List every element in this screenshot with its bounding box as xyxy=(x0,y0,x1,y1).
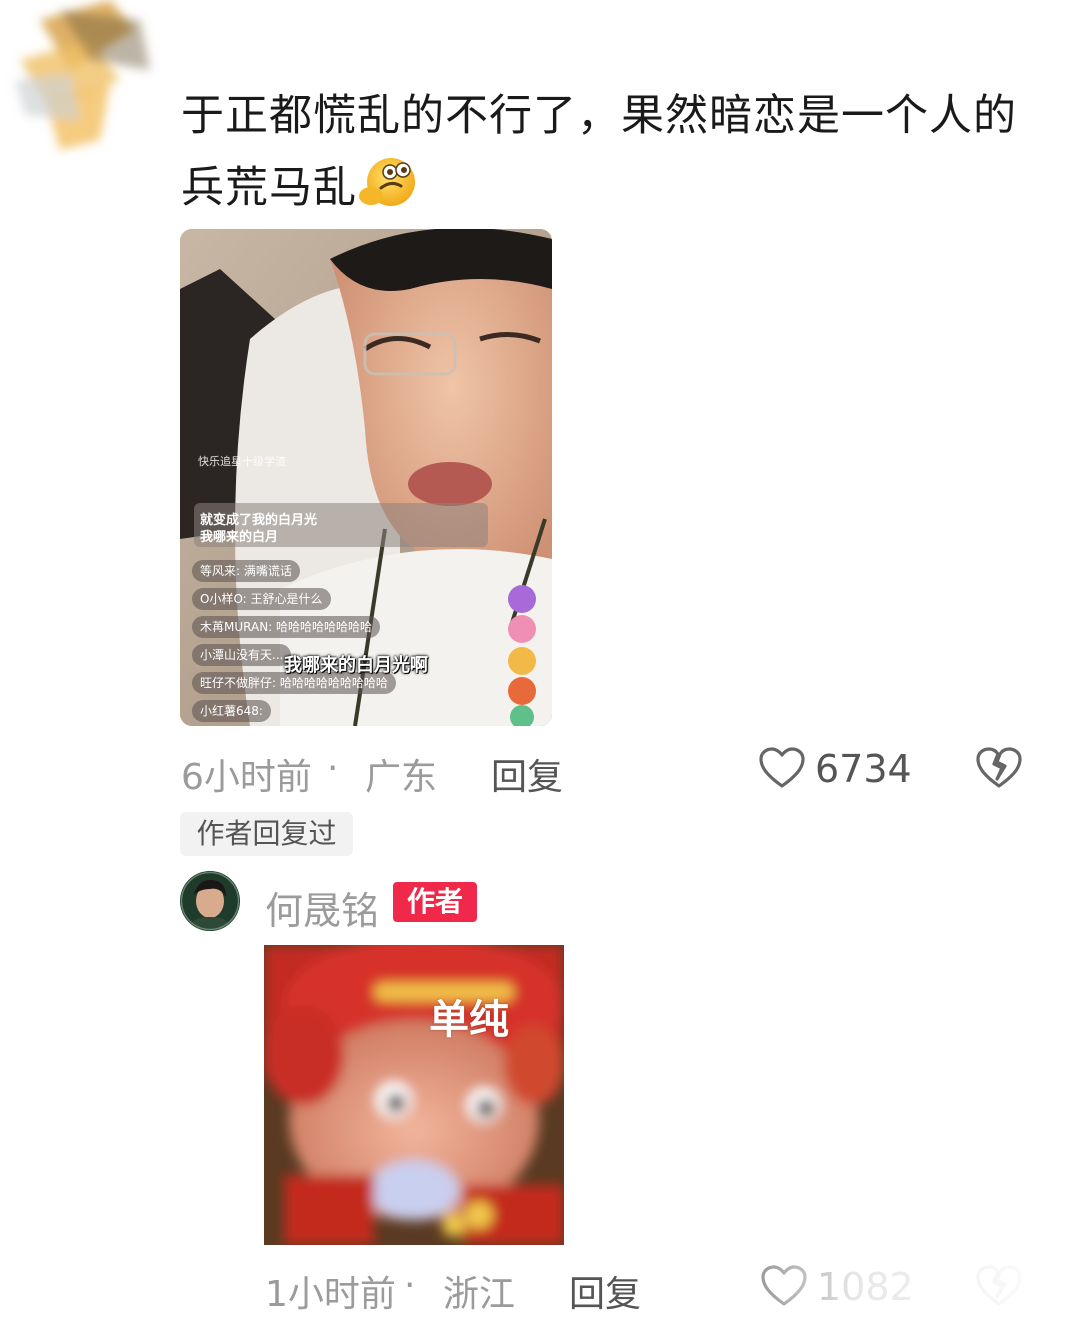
commenter-avatar[interactable] xyxy=(0,0,170,165)
video-subtitle: 我哪来的白月光啊 xyxy=(284,655,428,676)
comment-body: 于正都慌乱的不行了，果然暗恋是一个人的兵荒马乱 xyxy=(181,91,1017,213)
like-button[interactable] xyxy=(758,746,806,794)
pig-sticker-image xyxy=(264,945,564,1245)
video-watermark: 快乐追星十级学渣 xyxy=(198,455,286,468)
reply-avatar[interactable] xyxy=(180,871,240,931)
caption-line: 我哪来的白月 xyxy=(200,530,279,545)
bottom-fade-overlay xyxy=(700,1255,1080,1328)
dizzy-face-emoji-icon xyxy=(357,154,417,210)
sticker-text: 单纯 xyxy=(429,997,509,1043)
author-badge: 作者 xyxy=(393,882,477,922)
reply-location: 浙江 xyxy=(443,1274,516,1315)
heart-icon xyxy=(759,747,805,788)
author-replied-tag: 作者回复过 xyxy=(180,812,353,856)
meta-separator: · xyxy=(327,748,339,789)
chat-message: O小样O: 王舒心是什么 xyxy=(192,588,331,610)
reply-avatar-image xyxy=(180,871,240,931)
comment-text: 于正都慌乱的不行了，果然暗恋是一个人的兵荒马乱 xyxy=(181,80,1041,224)
dislike-button[interactable] xyxy=(975,746,1023,794)
meta-separator: · xyxy=(404,1265,416,1306)
reply-reply-button[interactable]: 回复 xyxy=(569,1265,641,1317)
video-thumbnail[interactable]: 快乐追星十级学渣 就变成了我的白月光 我哪来的白月 等风来: 满嘴谎话 O小样O… xyxy=(180,229,552,726)
chat-message: 小潭山没有天... xyxy=(192,644,292,666)
reply-sticker[interactable]: 单纯 xyxy=(264,945,564,1245)
reply-time: 1小时前 xyxy=(265,1274,396,1315)
chat-message: 小红薯648: xyxy=(192,700,271,722)
broken-heart-icon xyxy=(976,747,1022,788)
chat-message: 等风来: 满嘴谎话 xyxy=(192,560,300,582)
reply-username[interactable]: 何晟铭 xyxy=(265,880,379,935)
chat-message: 木苒MURAN: 哈哈哈哈哈哈哈哈 xyxy=(192,616,381,638)
comment-time: 6小时前 xyxy=(181,757,312,798)
like-count: 6734 xyxy=(815,747,912,791)
reply-button[interactable]: 回复 xyxy=(491,748,563,800)
comment-location: 广东 xyxy=(365,757,438,798)
